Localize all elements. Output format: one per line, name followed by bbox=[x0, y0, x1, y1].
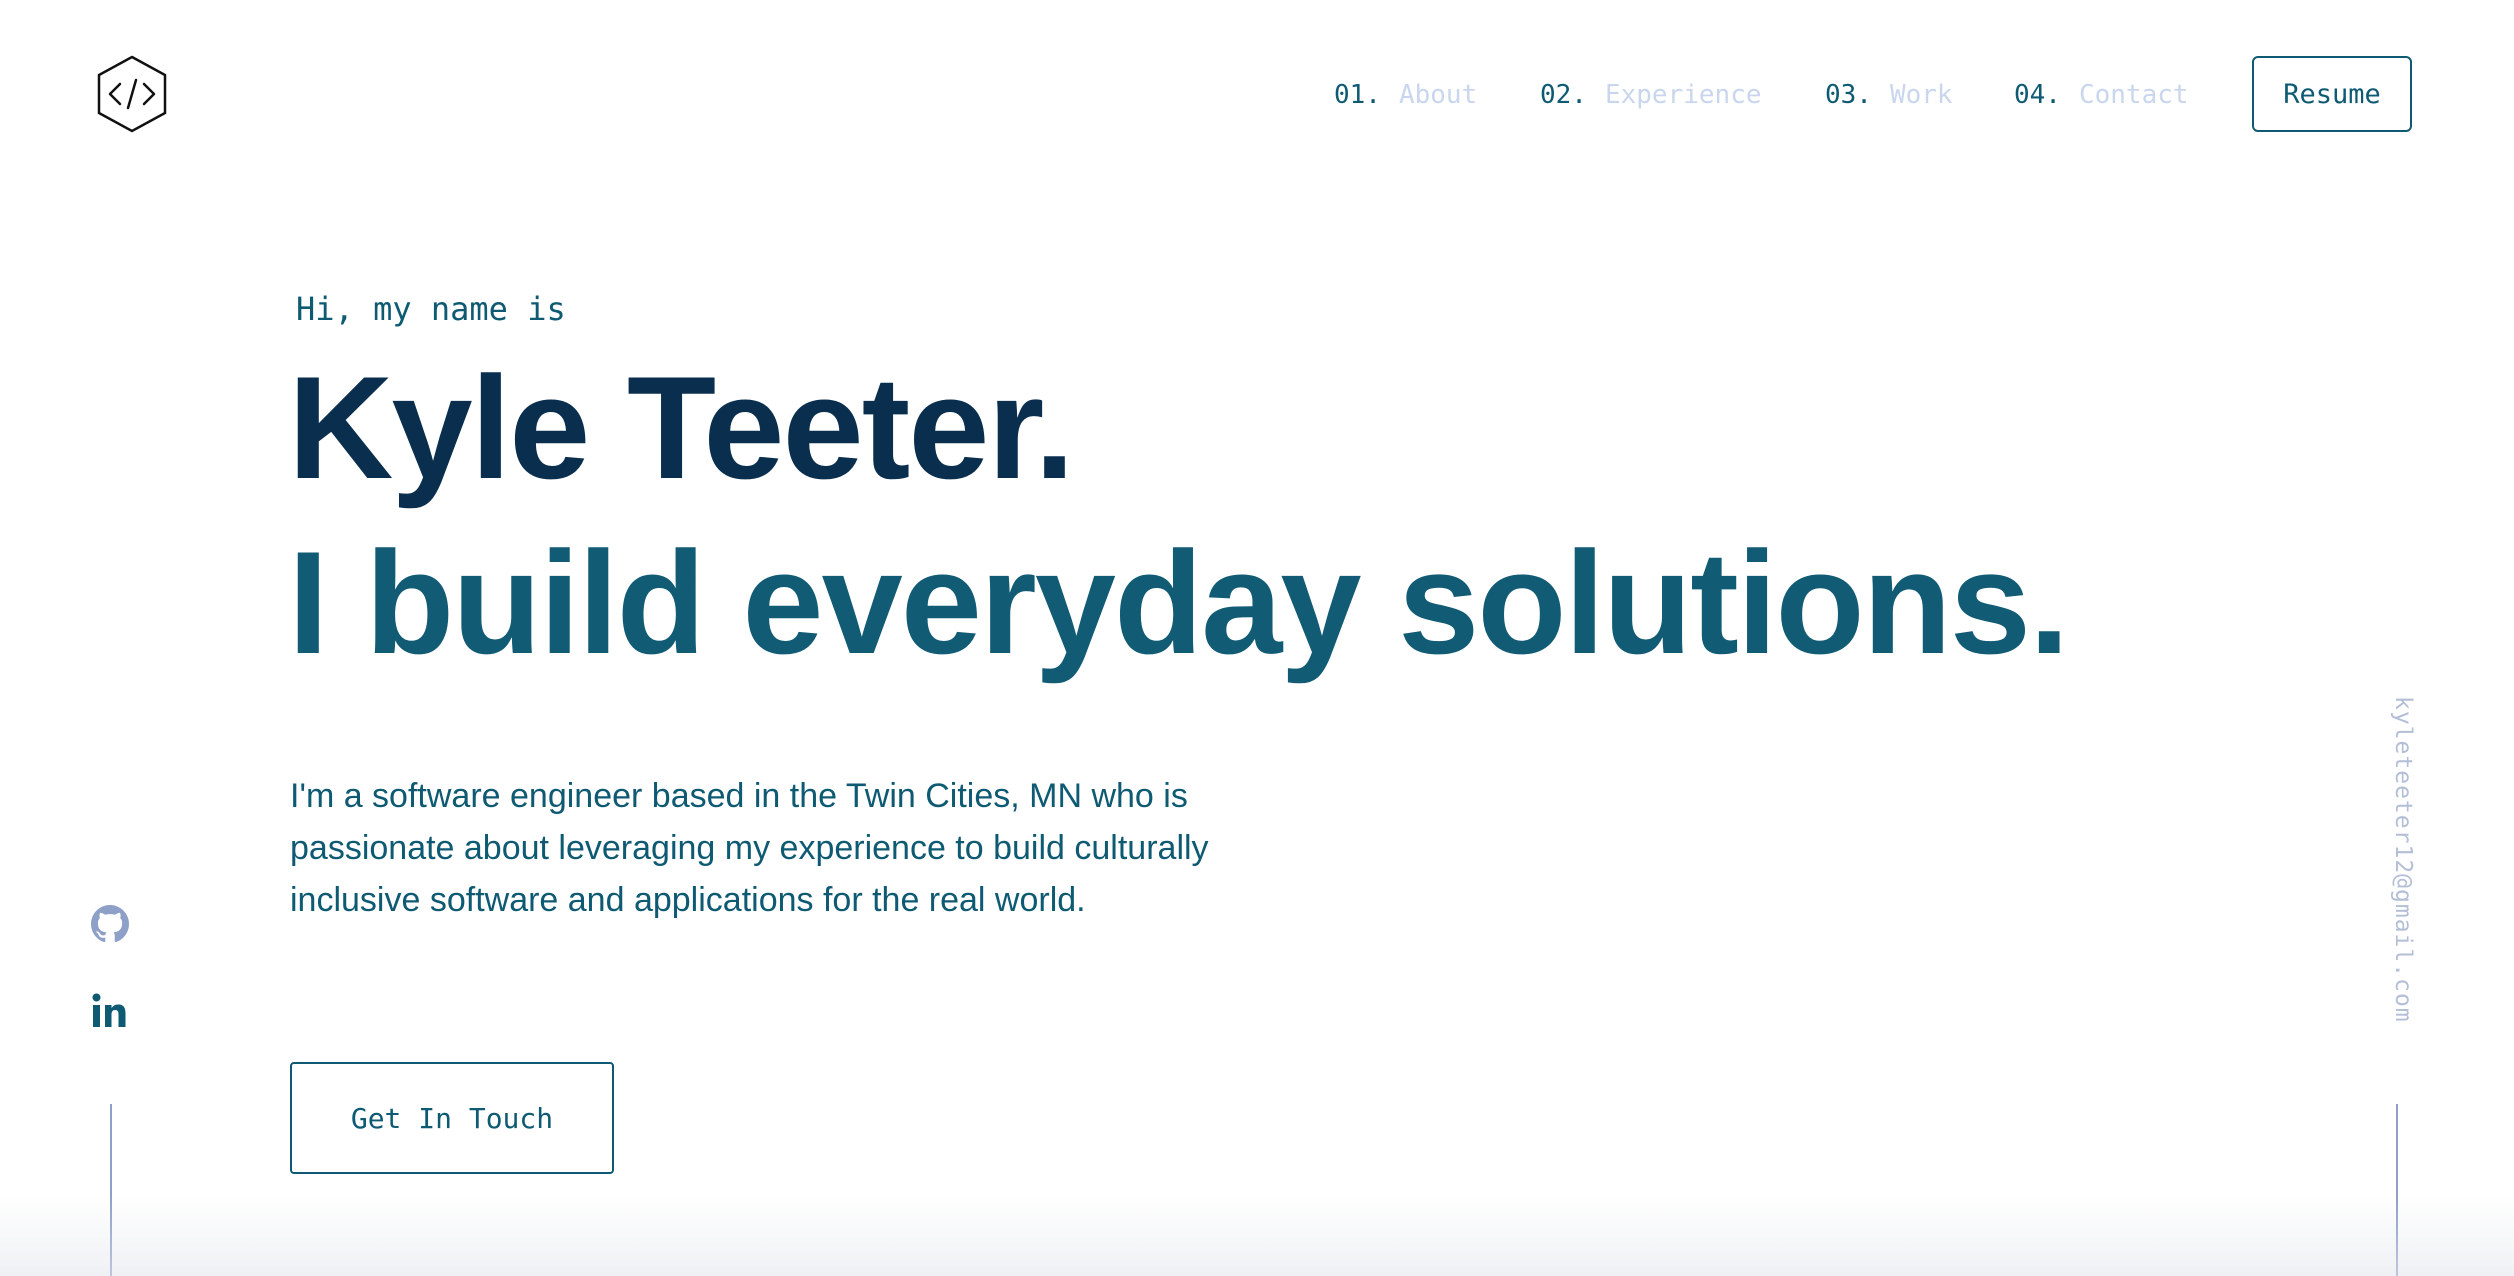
nav-item-number: 02. bbox=[1540, 80, 1587, 110]
nav-item-label: About bbox=[1398, 80, 1478, 110]
nav-item-about[interactable]: 01. About bbox=[1334, 75, 1477, 115]
nav-item-number: 03. bbox=[1825, 80, 1872, 110]
nav-item-work[interactable]: 03. Work bbox=[1825, 75, 1953, 115]
hero-name: Kyle Teeter. bbox=[288, 346, 1075, 509]
get-in-touch-button[interactable]: Get In Touch bbox=[290, 1062, 614, 1174]
email-link[interactable]: kyleteeter12@gmail.com bbox=[2390, 696, 2416, 1023]
nav-item-label: Experience bbox=[1604, 80, 1762, 110]
side-email-container: kyleteeter12@gmail.com bbox=[2372, 696, 2416, 1046]
bottom-shadow bbox=[0, 1196, 2514, 1276]
hero-greeting: Hi, my name is bbox=[296, 290, 566, 328]
site-header: 01. About 02. Experience 03. Work 04. Co… bbox=[0, 0, 2514, 190]
nav-item-label: Contact bbox=[2078, 80, 2189, 110]
nav-item-contact[interactable]: 04. Contact bbox=[2014, 75, 2189, 115]
hero-tagline: I build everyday solutions. bbox=[288, 521, 2070, 684]
code-hexagon-icon[interactable] bbox=[96, 54, 168, 134]
resume-button[interactable]: Resume bbox=[2252, 56, 2412, 132]
nav-item-number: 04. bbox=[2014, 80, 2061, 110]
linkedin-icon[interactable] bbox=[90, 990, 130, 1030]
nav-item-number: 01. bbox=[1334, 80, 1381, 110]
nav-item-experience[interactable]: 02. Experience bbox=[1540, 75, 1762, 115]
github-icon[interactable] bbox=[90, 904, 130, 944]
nav-item-label: Work bbox=[1889, 80, 1953, 110]
hero-bio: I'm a software engineer based in the Twi… bbox=[290, 777, 1209, 919]
